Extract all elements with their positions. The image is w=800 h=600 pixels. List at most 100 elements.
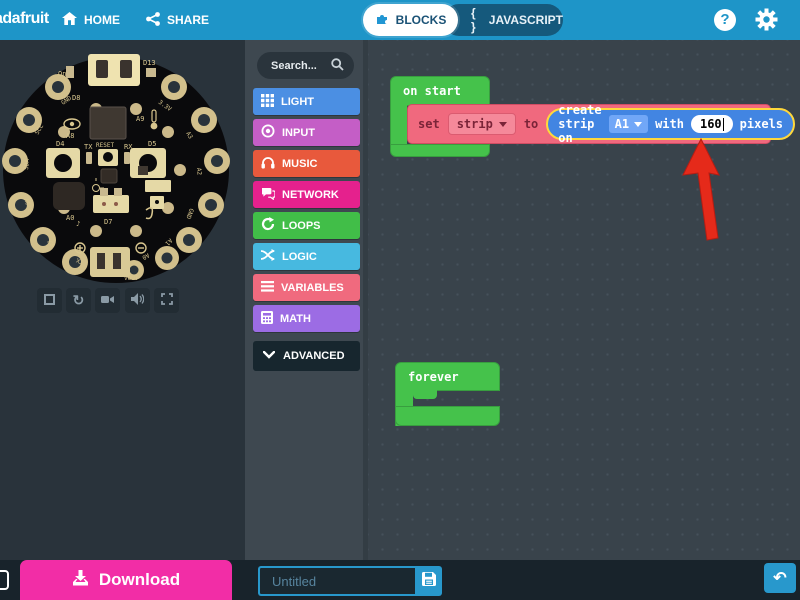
category-math[interactable]: MATH [253, 305, 360, 332]
tab-blocks[interactable]: BLOCKS [363, 4, 458, 36]
chat-bubbles-icon [261, 187, 275, 203]
category-label: LOGIC [282, 251, 317, 263]
adafruit-logo: adafruit [0, 10, 49, 28]
share-button[interactable]: SHARE [136, 0, 219, 40]
set-label: set [418, 117, 440, 131]
help-button[interactable]: ? [714, 9, 736, 31]
on-start-block[interactable]: on start [390, 76, 490, 106]
project-name-input[interactable] [258, 566, 415, 596]
dot-circle-icon [261, 124, 275, 141]
category-input[interactable]: INPUT [253, 119, 360, 146]
category-label: LIGHT [281, 96, 314, 108]
blocks-workspace[interactable]: on start set strip to create strip on A1… [368, 40, 800, 560]
svg-text:A8: A8 [66, 132, 74, 140]
category-light[interactable]: LIGHT [253, 88, 360, 115]
shuffle-icon [261, 249, 275, 264]
download-icon [72, 570, 89, 591]
category-label: VARIABLES [281, 282, 344, 294]
reset-button[interactable] [98, 149, 118, 166]
gear-icon [755, 18, 778, 35]
forever-block-foot[interactable] [395, 406, 500, 426]
svg-text:D7: D7 [104, 218, 112, 226]
category-music[interactable]: MUSIC [253, 150, 360, 177]
slow-mo-icon [101, 292, 114, 310]
pin-value: A1 [615, 117, 629, 131]
grid-icon [261, 94, 274, 110]
chevron-down-icon [263, 350, 275, 362]
blocks-tab-label: BLOCKS [396, 13, 447, 27]
category-logic[interactable]: LOGIC [253, 243, 360, 270]
sim-fullscreen-button[interactable] [154, 288, 179, 313]
svg-text:RX: RX [124, 143, 133, 151]
sim-sound-button[interactable] [125, 288, 150, 313]
dropdown-arrow-icon [499, 122, 507, 127]
pixel-count-field[interactable]: 160 [691, 115, 733, 133]
svg-text:SDA: SDA [23, 158, 31, 170]
collapse-panel-icon[interactable] [0, 570, 9, 590]
svg-text:D5: D5 [148, 140, 156, 148]
text-cursor [723, 118, 724, 131]
download-button[interactable]: Download [20, 560, 232, 600]
home-button[interactable]: HOME [52, 0, 130, 40]
share-label: SHARE [167, 13, 209, 27]
home-icon [62, 12, 77, 28]
tx-led [86, 152, 92, 164]
category-network[interactable]: NETWORK [253, 181, 360, 208]
pin-dropdown[interactable]: A1 [609, 115, 648, 133]
to-label: to [524, 117, 538, 131]
svg-text:A0: A0 [66, 214, 74, 222]
circuit-playground-board: GND SCL SDA 3.3V RX TX 3.3V A3 A2 GND A1… [0, 48, 236, 292]
accelerometer [101, 169, 117, 183]
sim-slowmo-button[interactable] [95, 288, 120, 313]
category-label: INPUT [282, 127, 315, 139]
simulator-panel: GND SCL SDA 3.3V RX TX 3.3V A3 A2 GND A1… [0, 40, 245, 560]
category-advanced[interactable]: ADVANCED [253, 341, 360, 371]
component-pad [145, 180, 171, 192]
on-start-block-foot[interactable] [390, 144, 490, 157]
button-a[interactable] [46, 148, 80, 178]
on-start-label: on start [403, 84, 461, 98]
share-icon [146, 12, 160, 29]
settings-button[interactable] [755, 8, 778, 36]
category-variables[interactable]: VARIABLES [253, 274, 360, 301]
javascript-braces-icon: { } [471, 6, 482, 34]
category-label: MATH [280, 313, 311, 325]
svg-text:On: On [58, 70, 66, 78]
sim-stop-button[interactable] [37, 288, 62, 313]
forever-label: forever [408, 370, 459, 384]
javascript-tab-label: JAVASCRIPT [489, 13, 563, 27]
search-input[interactable]: Search... [257, 52, 354, 79]
svg-text:RESET: RESET [96, 142, 114, 149]
on-start-block-body[interactable] [390, 105, 407, 146]
rx-led [124, 152, 130, 164]
with-label: with [655, 117, 684, 131]
category-label: NETWORK [282, 189, 339, 201]
forever-block-notch [413, 390, 437, 399]
svg-text:D8: D8 [72, 94, 80, 102]
small-chip [138, 166, 148, 175]
save-button[interactable] [415, 566, 442, 596]
processor-chip [90, 107, 126, 139]
toolbox: Search... LIGHT INPUT MUSIC [245, 40, 368, 560]
svg-text:TX: TX [84, 143, 93, 151]
tab-javascript[interactable]: { } JAVASCRIPT [443, 4, 563, 36]
create-strip-label: create strip on [558, 103, 601, 145]
create-strip-block[interactable]: create strip on A1 with 160 pixels [546, 108, 795, 140]
svg-text:A2: A2 [195, 168, 203, 176]
category-label: LOOPS [282, 220, 321, 232]
sim-restart-button[interactable]: ↻ [66, 288, 91, 313]
variable-dropdown[interactable]: strip [448, 113, 516, 135]
dropdown-arrow-icon [634, 122, 642, 127]
speaker [53, 182, 85, 210]
svg-text:A9: A9 [136, 115, 144, 123]
search-icon [331, 58, 344, 74]
category-loops[interactable]: LOOPS [253, 212, 360, 239]
svg-text:D4: D4 [56, 140, 64, 148]
download-label: Download [99, 570, 180, 590]
top-bar: adafruit HOME SHARE { } JAVASCRIPT [0, 0, 800, 40]
music-note-glyph: ♪ [76, 220, 80, 228]
list-icon [261, 281, 274, 295]
restart-icon: ↻ [73, 292, 85, 309]
undo-button[interactable]: ↶ [764, 563, 796, 593]
forever-block[interactable]: forever [395, 362, 500, 391]
